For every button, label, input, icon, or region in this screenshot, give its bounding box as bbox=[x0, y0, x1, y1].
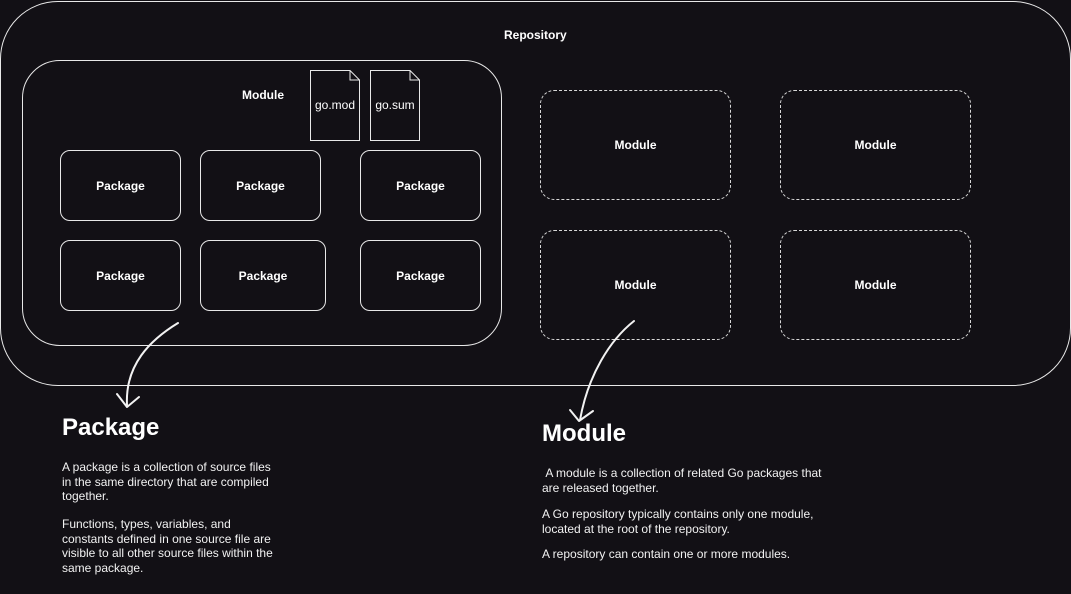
package-arrow bbox=[125, 322, 179, 406]
module-heading: Module bbox=[542, 420, 626, 447]
module-arrow bbox=[579, 320, 635, 421]
arrows-layer bbox=[116, 320, 635, 422]
module-paragraph-3: A repository can contain one or more mod… bbox=[542, 547, 791, 561]
module-paragraph-2: A Go repository typically contains only … bbox=[542, 507, 814, 536]
package-paragraph-1: A package is a collection of source file… bbox=[62, 460, 271, 503]
package-paragraph-2: Functions, types, variables, and constan… bbox=[62, 517, 273, 575]
package-heading: Package bbox=[62, 414, 160, 441]
module-paragraph-1: A module is a collection of related Go p… bbox=[542, 466, 825, 495]
